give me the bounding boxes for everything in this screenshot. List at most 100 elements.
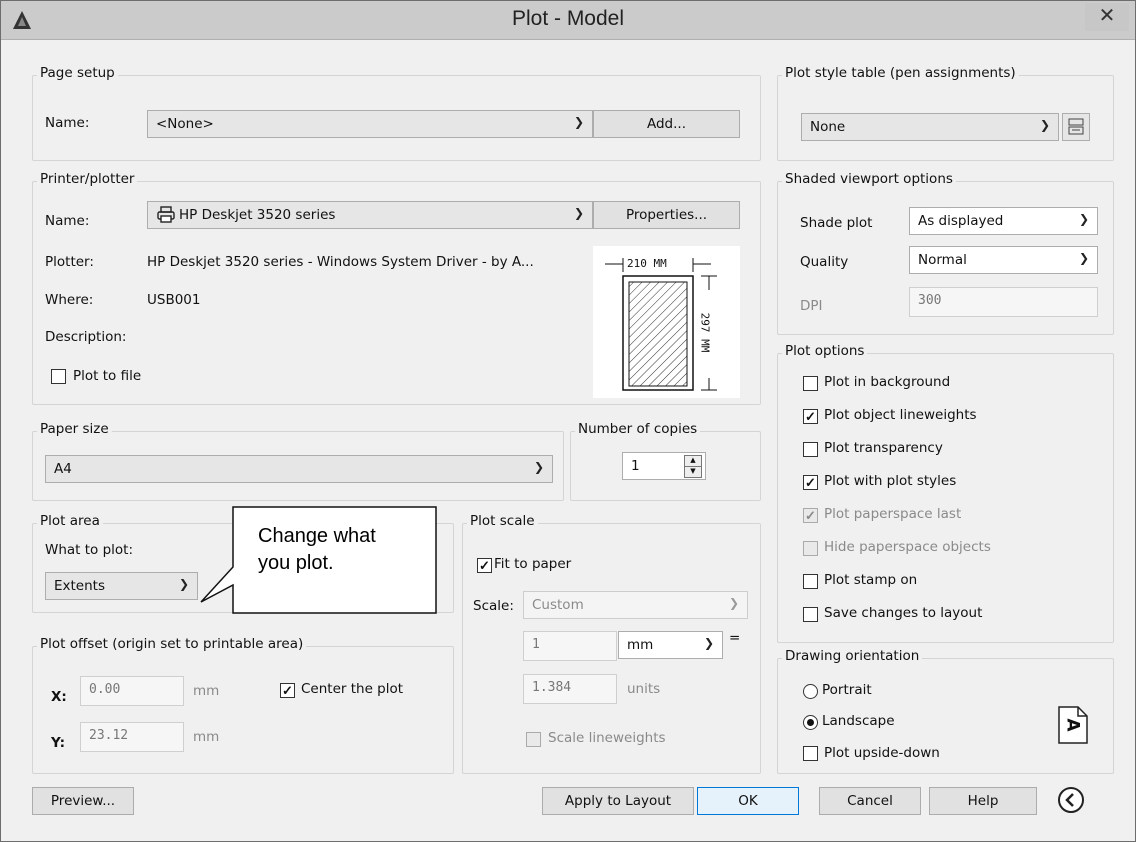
offset-x-input[interactable]: 0.00 — [80, 676, 184, 706]
offset-x-unit: mm — [193, 683, 220, 699]
callout-line-1: Change what — [258, 525, 376, 547]
callout-line-2: you plot. — [258, 552, 334, 574]
window-title: Plot - Model — [511, 7, 625, 30]
center-plot-checkbox[interactable]: ✓ — [280, 683, 295, 698]
hide-paperspace-objects-checkbox[interactable] — [803, 541, 818, 556]
chevron-down-icon: ❯ — [703, 636, 714, 650]
plot-scale-legend: Plot scale — [467, 513, 538, 529]
fit-to-paper-label[interactable]: Fit to paper — [494, 556, 571, 572]
where-label: Where: — [45, 292, 94, 308]
plot-stamp-on-checkbox[interactable] — [803, 574, 818, 589]
chevron-down-icon: ❯ — [533, 460, 544, 474]
scale-unit-select[interactable]: mm ❯ — [618, 631, 723, 659]
shade-plot-value: As displayed — [918, 213, 1004, 229]
hide-paperspace-objects-label[interactable]: Hide paperspace objects — [824, 539, 991, 555]
help-button[interactable]: Help — [929, 787, 1037, 815]
offset-y-input[interactable]: 23.12 — [80, 722, 184, 752]
plot-paperspace-last-label[interactable]: Plot paperspace last — [824, 506, 961, 522]
scale-value2-input[interactable]: 1.384 — [523, 674, 617, 704]
where-value: USB001 — [147, 292, 201, 308]
scale-value: Custom — [532, 597, 584, 613]
collapse-options-icon[interactable] — [1056, 785, 1086, 815]
dpi-label: DPI — [800, 298, 823, 314]
landscape-label[interactable]: Landscape — [822, 713, 895, 729]
edit-plot-style-icon[interactable] — [1062, 113, 1090, 141]
scale-lineweights-label[interactable]: Scale lineweights — [548, 730, 666, 746]
plot-with-plot-styles-label[interactable]: Plot with plot styles — [824, 473, 956, 489]
plot-object-lineweights-label[interactable]: Plot object lineweights — [824, 407, 977, 423]
plot-in-background-label[interactable]: Plot in background — [824, 374, 950, 390]
plot-style-legend: Plot style table (pen assignments) — [782, 65, 1019, 81]
fit-to-paper-checkbox[interactable]: ✓ — [477, 558, 492, 573]
orientation-legend: Drawing orientation — [782, 648, 923, 664]
upside-down-checkbox[interactable] — [803, 746, 818, 761]
copies-legend: Number of copies — [575, 421, 701, 437]
dpi-input[interactable]: 300 — [909, 287, 1098, 317]
close-button[interactable]: ✕ — [1085, 3, 1129, 31]
description-label: Description: — [45, 329, 127, 345]
scale-label: Scale: — [473, 598, 514, 614]
paper-size-select[interactable]: A4 ❯ — [45, 455, 553, 483]
preview-button[interactable]: Preview... — [32, 787, 134, 815]
portrait-radio[interactable] — [803, 684, 818, 699]
upside-down-label[interactable]: Plot upside-down — [824, 745, 940, 761]
center-plot-label[interactable]: Center the plot — [301, 681, 403, 697]
plot-stamp-on-label[interactable]: Plot stamp on — [824, 572, 917, 588]
shaded-viewport-group: Shaded viewport options Shade plot As di… — [777, 171, 1114, 335]
add-button[interactable]: Add... — [593, 110, 740, 138]
page-setup-name-select[interactable]: <None> ❯ — [147, 110, 593, 138]
plot-transparency-checkbox[interactable] — [803, 442, 818, 457]
landscape-radio[interactable] — [803, 715, 818, 730]
save-changes-to-layout-label[interactable]: Save changes to layout — [824, 605, 982, 621]
scale-select[interactable]: Custom ❯ — [523, 591, 748, 619]
cancel-button[interactable]: Cancel — [819, 787, 921, 815]
page-setup-name-value: <None> — [156, 116, 214, 132]
chevron-down-icon: ❯ — [1078, 212, 1089, 226]
ok-button[interactable]: OK — [697, 787, 799, 815]
shaded-legend: Shaded viewport options — [782, 171, 956, 187]
page-setup-group: Page setup Name: <None> ❯ Add... — [32, 65, 761, 161]
plot-paperspace-last-checkbox[interactable]: ✓ — [803, 508, 818, 523]
what-to-plot-value: Extents — [54, 578, 106, 594]
paper-width-label: 210 MM — [627, 257, 667, 270]
chevron-down-icon: ❯ — [178, 577, 189, 591]
plot-to-file-label[interactable]: Plot to file — [73, 368, 141, 384]
plot-object-lineweights-checkbox[interactable]: ✓ — [803, 409, 818, 424]
save-changes-to-layout-checkbox[interactable] — [803, 607, 818, 622]
copies-stepper[interactable]: 1 ▲ ▼ — [622, 452, 706, 480]
quality-select[interactable]: Normal ❯ — [909, 246, 1098, 274]
paper-size-value: A4 — [54, 461, 72, 477]
plot-style-table-group: Plot style table (pen assignments) None … — [777, 65, 1114, 161]
plot-style-select[interactable]: None ❯ — [801, 113, 1059, 141]
plotter-value: HP Deskjet 3520 series - Windows System … — [147, 254, 534, 270]
plot-with-plot-styles-checkbox[interactable]: ✓ — [803, 475, 818, 490]
plot-transparency-label[interactable]: Plot transparency — [824, 440, 943, 456]
printer-plotter-group: Printer/plotter Name: HP Deskjet 3520 se… — [32, 171, 761, 405]
printer-name-select[interactable]: HP Deskjet 3520 series ❯ — [147, 201, 593, 229]
apply-to-layout-button[interactable]: Apply to Layout — [542, 787, 694, 815]
printer-legend: Printer/plotter — [37, 171, 138, 187]
portrait-label[interactable]: Portrait — [822, 682, 872, 698]
plot-style-value: None — [810, 119, 846, 135]
plot-options-legend: Plot options — [782, 343, 868, 359]
chevron-down-icon: ❯ — [573, 206, 584, 220]
what-to-plot-select[interactable]: Extents ❯ — [45, 572, 198, 600]
shade-plot-select[interactable]: As displayed ❯ — [909, 207, 1098, 235]
spin-down-icon[interactable]: ▼ — [684, 466, 702, 478]
equals-sign: = — [729, 630, 741, 646]
quality-label: Quality — [800, 254, 849, 270]
paper-size-legend: Paper size — [37, 421, 112, 437]
properties-button[interactable]: Properties... — [593, 201, 740, 229]
printer-name-label: Name: — [45, 213, 90, 229]
scale-value1-input[interactable]: 1 — [523, 631, 617, 661]
landscape-page-letter: A — [1062, 718, 1083, 732]
page-setup-legend: Page setup — [37, 65, 118, 81]
printer-icon — [157, 206, 175, 227]
plot-in-background-checkbox[interactable] — [803, 376, 818, 391]
offset-x-label: X: — [51, 689, 67, 705]
chevron-down-icon: ❯ — [1039, 118, 1050, 132]
title-bar[interactable]: Plot - Model ✕ — [1, 1, 1135, 40]
plot-to-file-checkbox[interactable] — [51, 369, 66, 384]
scale-lineweights-checkbox[interactable] — [526, 732, 541, 747]
chevron-down-icon: ❯ — [573, 115, 584, 129]
